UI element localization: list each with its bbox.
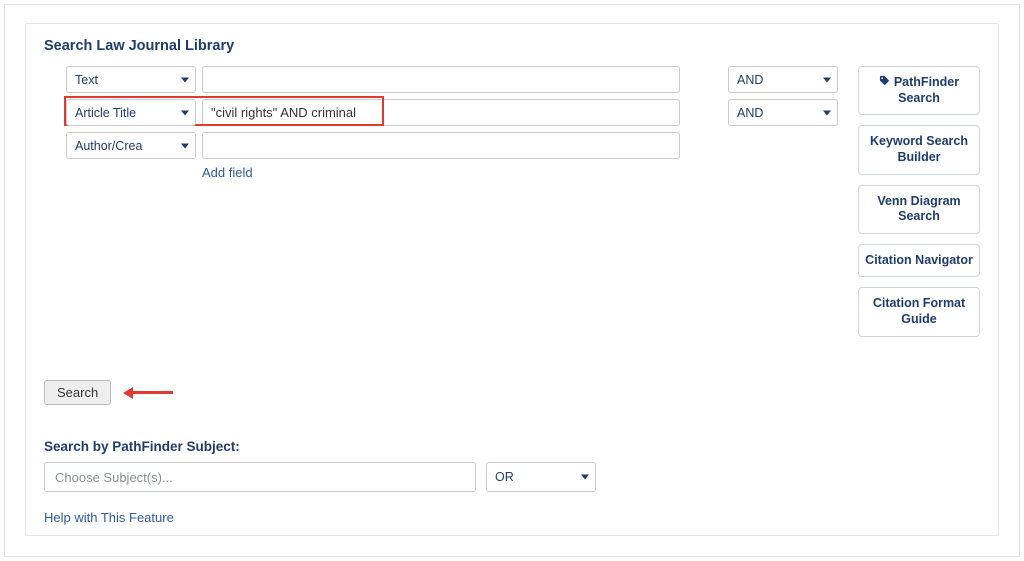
query-input-row1[interactable] xyxy=(202,66,680,93)
search-left: Text Article Title Author/Crea xyxy=(44,66,840,525)
pathfinder-search-label: PathFinder Search xyxy=(894,75,959,105)
subject-operator-select[interactable]: OR xyxy=(486,462,596,492)
operator-column: AND AND xyxy=(728,66,838,180)
citation-format-guide-button[interactable]: Citation Format Guide xyxy=(858,287,980,336)
subject-heading: Search by PathFinder Subject: xyxy=(44,439,840,454)
add-field-link[interactable]: Add field xyxy=(202,165,680,180)
field-select-row3[interactable]: Author/Crea xyxy=(66,132,196,159)
operator-select-row2-label: AND xyxy=(737,106,763,120)
chevron-down-icon xyxy=(581,475,589,480)
help-link[interactable]: Help with This Feature xyxy=(44,510,840,525)
search-panel: Search Law Journal Library Text Article … xyxy=(25,23,999,536)
search-body: Text Article Title Author/Crea xyxy=(44,66,980,525)
search-button[interactable]: Search xyxy=(44,380,111,405)
operator-select-row2[interactable]: AND xyxy=(728,99,838,126)
side-tools-column: PathFinder Search Keyword Search Builder… xyxy=(858,66,980,347)
chevron-down-icon xyxy=(181,77,189,82)
subject-select[interactable]: Choose Subject(s)... xyxy=(44,462,476,492)
chevron-down-icon xyxy=(823,77,831,82)
search-grid: Text Article Title Author/Crea xyxy=(44,66,840,180)
field-select-row2-label: Article Title xyxy=(75,106,136,120)
pathfinder-search-button[interactable]: PathFinder Search xyxy=(858,66,980,115)
venn-diagram-search-button[interactable]: Venn Diagram Search xyxy=(858,185,980,234)
subject-placeholder: Choose Subject(s)... xyxy=(55,470,173,485)
field-select-row1-label: Text xyxy=(75,73,98,87)
query-input-row2-value: "civil rights" AND criminal xyxy=(211,105,356,120)
field-select-row2[interactable]: Article Title xyxy=(66,99,196,126)
page-container: Search Law Journal Library Text Article … xyxy=(4,4,1020,557)
panel-heading: Search Law Journal Library xyxy=(44,38,980,54)
arrow-shaft xyxy=(133,391,173,394)
chevron-down-icon xyxy=(181,143,189,148)
chevron-down-icon xyxy=(823,110,831,115)
query-input-column: "civil rights" AND criminal Add field xyxy=(202,66,680,180)
chevron-down-icon xyxy=(181,110,189,115)
arrow-head-icon xyxy=(123,387,133,399)
subject-operator-label: OR xyxy=(495,470,514,484)
field-select-row3-label: Author/Crea xyxy=(75,139,142,153)
field-select-column: Text Article Title Author/Crea xyxy=(66,66,196,180)
tag-icon xyxy=(879,75,890,91)
field-select-row1[interactable]: Text xyxy=(66,66,196,93)
search-button-row: Search xyxy=(44,380,840,405)
query-input-row3[interactable] xyxy=(202,132,680,159)
query-input-row2[interactable]: "civil rights" AND criminal xyxy=(202,99,680,126)
arrow-annotation xyxy=(123,387,173,399)
citation-navigator-button[interactable]: Citation Navigator xyxy=(858,244,980,278)
operator-select-row1-label: AND xyxy=(737,73,763,87)
operator-select-row1[interactable]: AND xyxy=(728,66,838,93)
subject-row: Choose Subject(s)... OR xyxy=(44,462,840,492)
keyword-search-builder-button[interactable]: Keyword Search Builder xyxy=(858,125,980,174)
